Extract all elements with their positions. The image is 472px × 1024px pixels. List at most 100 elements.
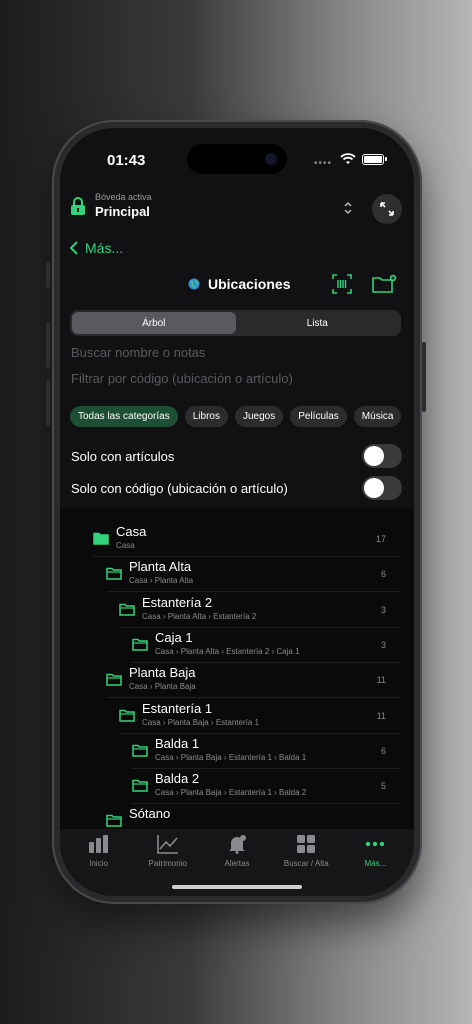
grid-icon — [297, 835, 316, 853]
toggle-label: Solo con código (ubicación o artículo) — [71, 480, 288, 496]
tree-node-name: Caja 1 — [155, 629, 193, 645]
back-button[interactable]: Más... — [70, 240, 123, 256]
expand-arrows-icon — [380, 202, 394, 216]
battery-icon — [362, 154, 387, 165]
tree-node-path: Casa › Planta Alta › Estantería 2 — [142, 611, 257, 621]
tree-node-count: 3 — [380, 639, 386, 650]
folder-icon — [119, 603, 135, 616]
tree-node[interactable]: Balda 1 Casa › Planta Baja › Estantería 1… — [132, 734, 400, 769]
filter-code-input[interactable]: Filtrar por código (ubicación o artículo… — [71, 371, 293, 386]
tree-node-name: Planta Alta — [129, 559, 192, 575]
tree-node-name: Estantería 1 — [142, 700, 213, 716]
toggle-label: Solo con artículos — [71, 448, 175, 464]
segment-list[interactable]: Lista — [236, 312, 400, 334]
page-title: Ubicaciones — [188, 276, 290, 292]
chevron-up-down-icon[interactable] — [342, 200, 354, 216]
phone-volume-down-button — [46, 380, 50, 426]
tab-label: Buscar / Alta — [283, 859, 329, 868]
more-dots-icon — [366, 841, 385, 847]
tree-node[interactable]: Planta Alta Casa › Planta Alta 6 — [106, 557, 400, 593]
tree-node-path: Casa › Planta Alta — [129, 576, 194, 586]
view-segmented-control: Árbol Lista — [70, 310, 401, 336]
home-bars-icon — [88, 835, 108, 853]
tree-node-name: Sótano — [129, 806, 171, 822]
expand-button[interactable] — [372, 194, 402, 224]
folder-icon — [106, 815, 122, 828]
folder-icon — [119, 709, 135, 722]
tree-node[interactable]: Estantería 1 Casa › Planta Baja › Estante… — [119, 699, 400, 734]
lock-icon — [71, 196, 85, 215]
wifi-icon — [340, 153, 356, 164]
tree-node-path: Casa › Planta Alta › Estantería 2 › Caja… — [155, 646, 300, 656]
tab-label: Inicio — [89, 859, 108, 868]
tree-node-count: 3 — [380, 604, 386, 615]
tab-more[interactable]: Más... — [341, 829, 410, 896]
tree-node-count: 11 — [376, 710, 386, 721]
tree-node[interactable]: Balda 2 Casa › Planta Baja › Estantería 1… — [132, 769, 400, 805]
chip-books[interactable]: Libros — [184, 406, 228, 427]
signal-icon: •••• — [314, 158, 333, 169]
phone-frame: 01:43 •••• Bóveda activa Principal Más..… — [52, 120, 422, 904]
tree-node-name: Balda 2 — [155, 771, 200, 787]
globe-icon — [188, 278, 200, 290]
chip-music[interactable]: Música — [353, 406, 402, 427]
tab-label: Patrimonio — [148, 859, 187, 868]
app-screen: 01:43 •••• Bóveda activa Principal Más..… — [60, 128, 414, 896]
chip-movies[interactable]: Películas — [290, 406, 347, 427]
only-with-items-switch[interactable] — [362, 444, 402, 468]
barcode-scan-icon[interactable] — [332, 274, 352, 294]
tree-node-count: 5 — [380, 781, 386, 792]
only-with-code-switch[interactable] — [362, 476, 402, 500]
tree-node-name: Estantería 2 — [142, 594, 213, 610]
status-time: 01:43 — [107, 152, 146, 169]
dynamic-island — [187, 144, 287, 174]
tree-node[interactable]: Planta Baja Casa › Planta Baja 11 — [106, 663, 400, 699]
tree-node-count: 11 — [376, 675, 386, 686]
tree-node-name: Casa — [116, 524, 147, 539]
folder-add-icon[interactable] — [372, 274, 398, 294]
phone-volume-up-button — [46, 322, 50, 368]
chevron-left-icon — [70, 241, 78, 255]
folder-icon — [132, 779, 148, 792]
category-chips: Todas las categorías Libros Juegos Pelíc… — [70, 406, 402, 427]
tab-home[interactable]: Inicio — [64, 829, 133, 896]
phone-action-button — [46, 262, 50, 288]
tree-node-name: Balda 1 — [155, 735, 200, 751]
location-tree: Casa Casa 17 Planta Alta Casa › Planta Alta 6… — [60, 509, 414, 840]
tree-node-path: Casa › Planta Baja › Estantería 1 › Bald… — [155, 788, 307, 798]
folder-icon — [132, 638, 148, 651]
tree-node-path: Casa › Planta Baja — [129, 682, 196, 692]
chart-line-icon — [156, 835, 178, 854]
tree-node-count: 17 — [375, 534, 386, 544]
folder-icon — [93, 532, 109, 545]
vault-name: Principal — [95, 204, 150, 219]
chip-games[interactable]: Juegos — [234, 406, 284, 427]
folder-icon — [132, 744, 148, 757]
tab-label: Alertas — [224, 859, 250, 868]
tree-node-path: Casa › Planta Baja › Estantería 1 — [142, 717, 259, 727]
back-label: Más... — [85, 240, 124, 256]
tree-node[interactable]: Caja 1 Casa › Planta Alta › Estantería 2 … — [132, 628, 400, 663]
toggle-row-with-items: Solo con artículos — [71, 444, 402, 468]
vault-subtitle: Bóveda activa — [95, 192, 152, 202]
phone-power-button — [422, 342, 426, 412]
tree-node-count: 6 — [380, 745, 386, 756]
folder-icon — [106, 673, 122, 686]
folder-icon — [106, 568, 122, 581]
tree-node-name: Planta Baja — [129, 665, 196, 681]
toggle-row-with-code: Solo con código (ubicación o artículo) — [71, 476, 402, 500]
camera-icon — [265, 153, 277, 165]
tree-node-path: Casa — [116, 541, 135, 550]
chip-all-categories[interactable]: Todas las categorías — [70, 406, 178, 427]
tree-node[interactable]: Casa Casa 17 — [93, 522, 400, 557]
search-name-input[interactable]: Buscar nombre o notas — [71, 345, 205, 360]
bell-icon — [229, 835, 246, 854]
tree-node[interactable]: Estantería 2 Casa › Planta Alta › Estante… — [119, 593, 400, 628]
page-title-label: Ubicaciones — [208, 276, 291, 292]
home-indicator — [172, 885, 302, 889]
tab-label: Más... — [364, 859, 387, 868]
vault-selector[interactable]: Bóveda activa Principal — [71, 192, 152, 219]
segment-tree[interactable]: Árbol — [72, 312, 236, 334]
tree-node-count: 6 — [380, 569, 386, 580]
tree-node-path: Casa › Planta Baja › Estantería 1 › Bald… — [155, 752, 307, 762]
